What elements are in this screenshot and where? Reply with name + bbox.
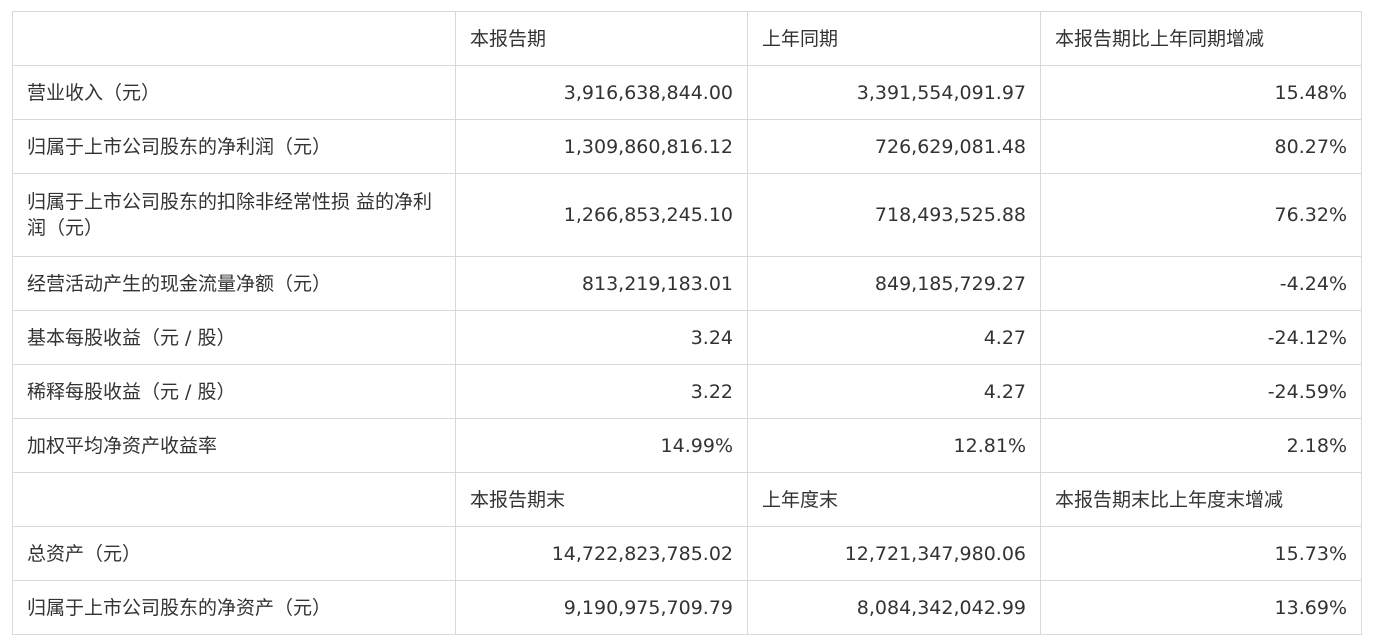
cell-prior: 718,493,525.88 (747, 173, 1041, 257)
cell-change: 15.73% (1040, 526, 1362, 581)
cell-prior: 8,084,342,042.99 (747, 580, 1041, 635)
row-label: 归属于上市公司股东的扣除非经常性损 益的净利润（元） (12, 173, 456, 257)
row-label: 营业收入（元） (12, 65, 456, 120)
cell-prior: 4.27 (747, 364, 1041, 419)
cell-change: -24.59% (1040, 364, 1362, 419)
header-cell-prior-period: 上年同期 (747, 11, 1041, 66)
cell-prior: 849,185,729.27 (747, 256, 1041, 311)
cell-change: 76.32% (1040, 173, 1362, 257)
row-label: 归属于上市公司股东的净资产（元） (12, 580, 456, 635)
table-row: 加权平均净资产收益率 14.99% 12.81% 2.18% (12, 418, 1362, 473)
header-cell-change: 本报告期末比上年度末增减 (1040, 472, 1362, 527)
table-header-row: 本报告期 上年同期 本报告期比上年同期增减 (12, 11, 1362, 66)
table-row: 归属于上市公司股东的扣除非经常性损 益的净利润（元） 1,266,853,245… (12, 173, 1362, 257)
cell-change: 80.27% (1040, 119, 1362, 174)
cell-current: 14,722,823,785.02 (455, 526, 748, 581)
financial-data-table: 本报告期 上年同期 本报告期比上年同期增减 营业收入（元） 3,916,638,… (12, 11, 1362, 635)
cell-current: 3.24 (455, 310, 748, 365)
cell-current: 1,309,860,816.12 (455, 119, 748, 174)
header-cell-blank (12, 11, 456, 66)
table-row: 基本每股收益（元 / 股） 3.24 4.27 -24.12% (12, 310, 1362, 365)
cell-prior: 12.81% (747, 418, 1041, 473)
table-row: 总资产（元） 14,722,823,785.02 12,721,347,980.… (12, 526, 1362, 581)
cell-change: 13.69% (1040, 580, 1362, 635)
table-row: 稀释每股收益（元 / 股） 3.22 4.27 -24.59% (12, 364, 1362, 419)
cell-prior: 12,721,347,980.06 (747, 526, 1041, 581)
header-cell-prior-year-end: 上年度末 (747, 472, 1041, 527)
header-cell-period-end: 本报告期末 (455, 472, 748, 527)
cell-change: 2.18% (1040, 418, 1362, 473)
cell-current: 9,190,975,709.79 (455, 580, 748, 635)
row-label: 归属于上市公司股东的净利润（元） (12, 119, 456, 174)
table-row: 归属于上市公司股东的净利润（元） 1,309,860,816.12 726,62… (12, 119, 1362, 174)
cell-change: -4.24% (1040, 256, 1362, 311)
cell-current: 1,266,853,245.10 (455, 173, 748, 257)
row-label: 加权平均净资产收益率 (12, 418, 456, 473)
header-cell-blank (12, 472, 456, 527)
cell-prior: 4.27 (747, 310, 1041, 365)
table-subheader-row: 本报告期末 上年度末 本报告期末比上年度末增减 (12, 472, 1362, 527)
cell-prior: 726,629,081.48 (747, 119, 1041, 174)
table-row: 经营活动产生的现金流量净额（元） 813,219,183.01 849,185,… (12, 256, 1362, 311)
cell-change: 15.48% (1040, 65, 1362, 120)
table-row: 归属于上市公司股东的净资产（元） 9,190,975,709.79 8,084,… (12, 580, 1362, 635)
header-cell-current-period: 本报告期 (455, 11, 748, 66)
row-label: 总资产（元） (12, 526, 456, 581)
cell-current: 813,219,183.01 (455, 256, 748, 311)
row-label: 稀释每股收益（元 / 股） (12, 364, 456, 419)
cell-current: 14.99% (455, 418, 748, 473)
row-label: 经营活动产生的现金流量净额（元） (12, 256, 456, 311)
header-cell-change: 本报告期比上年同期增减 (1040, 11, 1362, 66)
cell-current: 3.22 (455, 364, 748, 419)
cell-prior: 3,391,554,091.97 (747, 65, 1041, 120)
cell-current: 3,916,638,844.00 (455, 65, 748, 120)
row-label: 基本每股收益（元 / 股） (12, 310, 456, 365)
table-row: 营业收入（元） 3,916,638,844.00 3,391,554,091.9… (12, 65, 1362, 120)
cell-change: -24.12% (1040, 310, 1362, 365)
financial-summary: 本报告期 上年同期 本报告期比上年同期增减 营业收入（元） 3,916,638,… (12, 11, 1362, 635)
